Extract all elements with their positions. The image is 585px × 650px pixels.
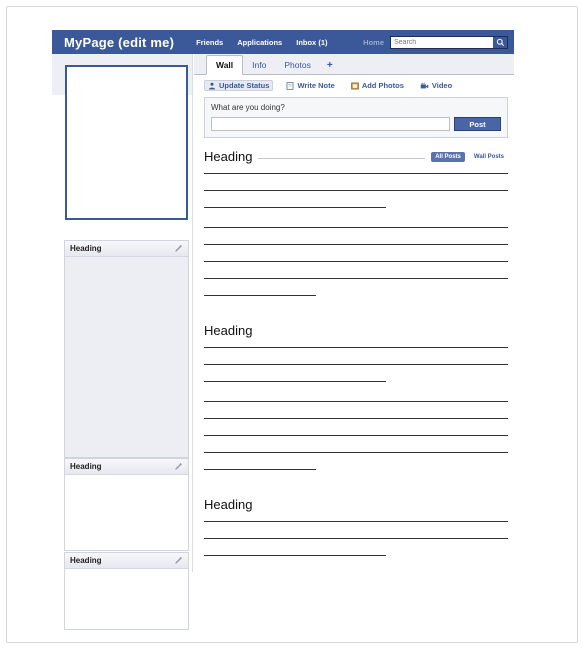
video-button[interactable]: Video: [417, 80, 455, 91]
feed-block-2: Heading: [204, 312, 508, 470]
status-composer: What are you doing? Post: [204, 97, 508, 138]
profile-photo-placeholder[interactable]: [65, 65, 188, 220]
post-button[interactable]: Post: [454, 117, 501, 131]
feed-block-2-lines: [204, 338, 508, 470]
video-label: Video: [431, 81, 453, 90]
nav-link-friends[interactable]: Friends: [196, 38, 223, 47]
sidebar-box-3-header: Heading: [65, 553, 188, 569]
text-line: [204, 452, 508, 453]
sidebar-box-2-header: Heading: [65, 459, 188, 475]
sidebar-box-1: Heading: [64, 240, 189, 458]
sidebar-box-2-body: [65, 475, 188, 550]
text-line: [204, 521, 508, 522]
feed-block-2-header: Heading: [204, 323, 508, 338]
heading-rule: [258, 158, 426, 159]
write-note-button[interactable]: Write Note: [283, 80, 337, 91]
text-line: [204, 401, 508, 402]
sidebar-box-3-body: [65, 569, 188, 629]
note-icon: [286, 81, 294, 90]
text-line: [204, 469, 317, 470]
sidebar-box-2-title: Heading: [70, 462, 102, 471]
composer-prompt: What are you doing?: [211, 103, 285, 112]
nav-link-inbox[interactable]: Inbox (1): [296, 38, 327, 47]
text-line: [204, 190, 508, 191]
home-link[interactable]: Home: [363, 38, 390, 47]
filter-wall-posts[interactable]: Wall Posts: [470, 152, 508, 162]
search-box: [390, 35, 508, 49]
tab-wall[interactable]: Wall: [206, 55, 244, 75]
feed-block-1: Heading All Posts Wall Posts: [204, 138, 508, 296]
update-status-label: Update Status: [219, 81, 270, 90]
feed-block-3: Heading: [204, 486, 508, 556]
feed-heading-3: Heading: [204, 497, 253, 512]
text-line: [204, 278, 508, 279]
search-input[interactable]: [390, 35, 493, 49]
text-line: [204, 207, 387, 208]
sidebar-box-3: Heading: [64, 552, 189, 630]
tab-photos[interactable]: Photos: [275, 56, 319, 74]
text-line: [204, 244, 508, 245]
text-line: [204, 381, 387, 382]
filter-all-posts[interactable]: All Posts: [431, 151, 465, 162]
write-note-label: Write Note: [297, 81, 335, 90]
sidebar-box-2: Heading: [64, 458, 189, 551]
sidebar-box-1-body: [65, 257, 188, 457]
pencil-icon[interactable]: [174, 244, 183, 253]
top-navigation-bar: MyPage (edit me) Friends Applications In…: [52, 30, 514, 54]
text-line: [204, 555, 387, 556]
feed-heading-1: Heading: [204, 149, 253, 164]
feed-block-3-header: Heading: [204, 497, 508, 512]
tab-bar: Wall Info Photos +: [194, 54, 514, 75]
photo-icon: [351, 82, 359, 90]
sidebar-box-1-title: Heading: [70, 244, 102, 253]
tab-add[interactable]: +: [320, 58, 340, 74]
search-button[interactable]: [493, 35, 508, 49]
feed-block-1-lines: [204, 164, 508, 296]
top-nav-links: Friends Applications Inbox (1): [196, 38, 327, 47]
add-photos-button[interactable]: Add Photos: [348, 80, 407, 91]
nav-link-applications[interactable]: Applications: [237, 38, 282, 47]
sidebar-box-3-title: Heading: [70, 556, 102, 565]
feed-heading-2: Heading: [204, 323, 253, 338]
pencil-icon[interactable]: [174, 462, 183, 471]
update-status-button[interactable]: Update Status: [204, 80, 274, 91]
text-line: [204, 261, 508, 262]
page-root: MyPage (edit me) Friends Applications In…: [0, 0, 585, 650]
feed-block-3-lines: [204, 512, 508, 556]
composer-row: Post: [211, 117, 501, 131]
text-line: [204, 295, 317, 296]
add-photos-label: Add Photos: [361, 81, 404, 90]
wall-feed: Heading All Posts Wall Posts Heading Hea…: [194, 138, 514, 556]
post-filters: All Posts Wall Posts: [431, 151, 508, 162]
text-line: [204, 173, 508, 174]
video-icon: [420, 81, 429, 90]
sidebar-box-1-header: Heading: [65, 241, 188, 257]
text-line: [204, 227, 508, 228]
pencil-icon[interactable]: [174, 556, 183, 565]
text-line: [204, 418, 508, 419]
content-area: Heading Heading Heading Wall Info Photos…: [52, 54, 514, 630]
text-line: [204, 364, 508, 365]
main-column: Wall Info Photos + Update Status Write N…: [192, 54, 514, 572]
text-line: [204, 347, 508, 348]
status-input[interactable]: [211, 117, 450, 131]
tab-info[interactable]: Info: [243, 56, 275, 74]
person-icon: [208, 82, 216, 90]
action-bar: Update Status Write Note Add Photos Vide…: [194, 75, 514, 95]
search-icon: [496, 38, 505, 47]
text-line: [204, 538, 508, 539]
text-line: [204, 435, 508, 436]
page-title: MyPage (edit me): [64, 34, 175, 50]
feed-block-1-header: Heading All Posts Wall Posts: [204, 149, 508, 164]
